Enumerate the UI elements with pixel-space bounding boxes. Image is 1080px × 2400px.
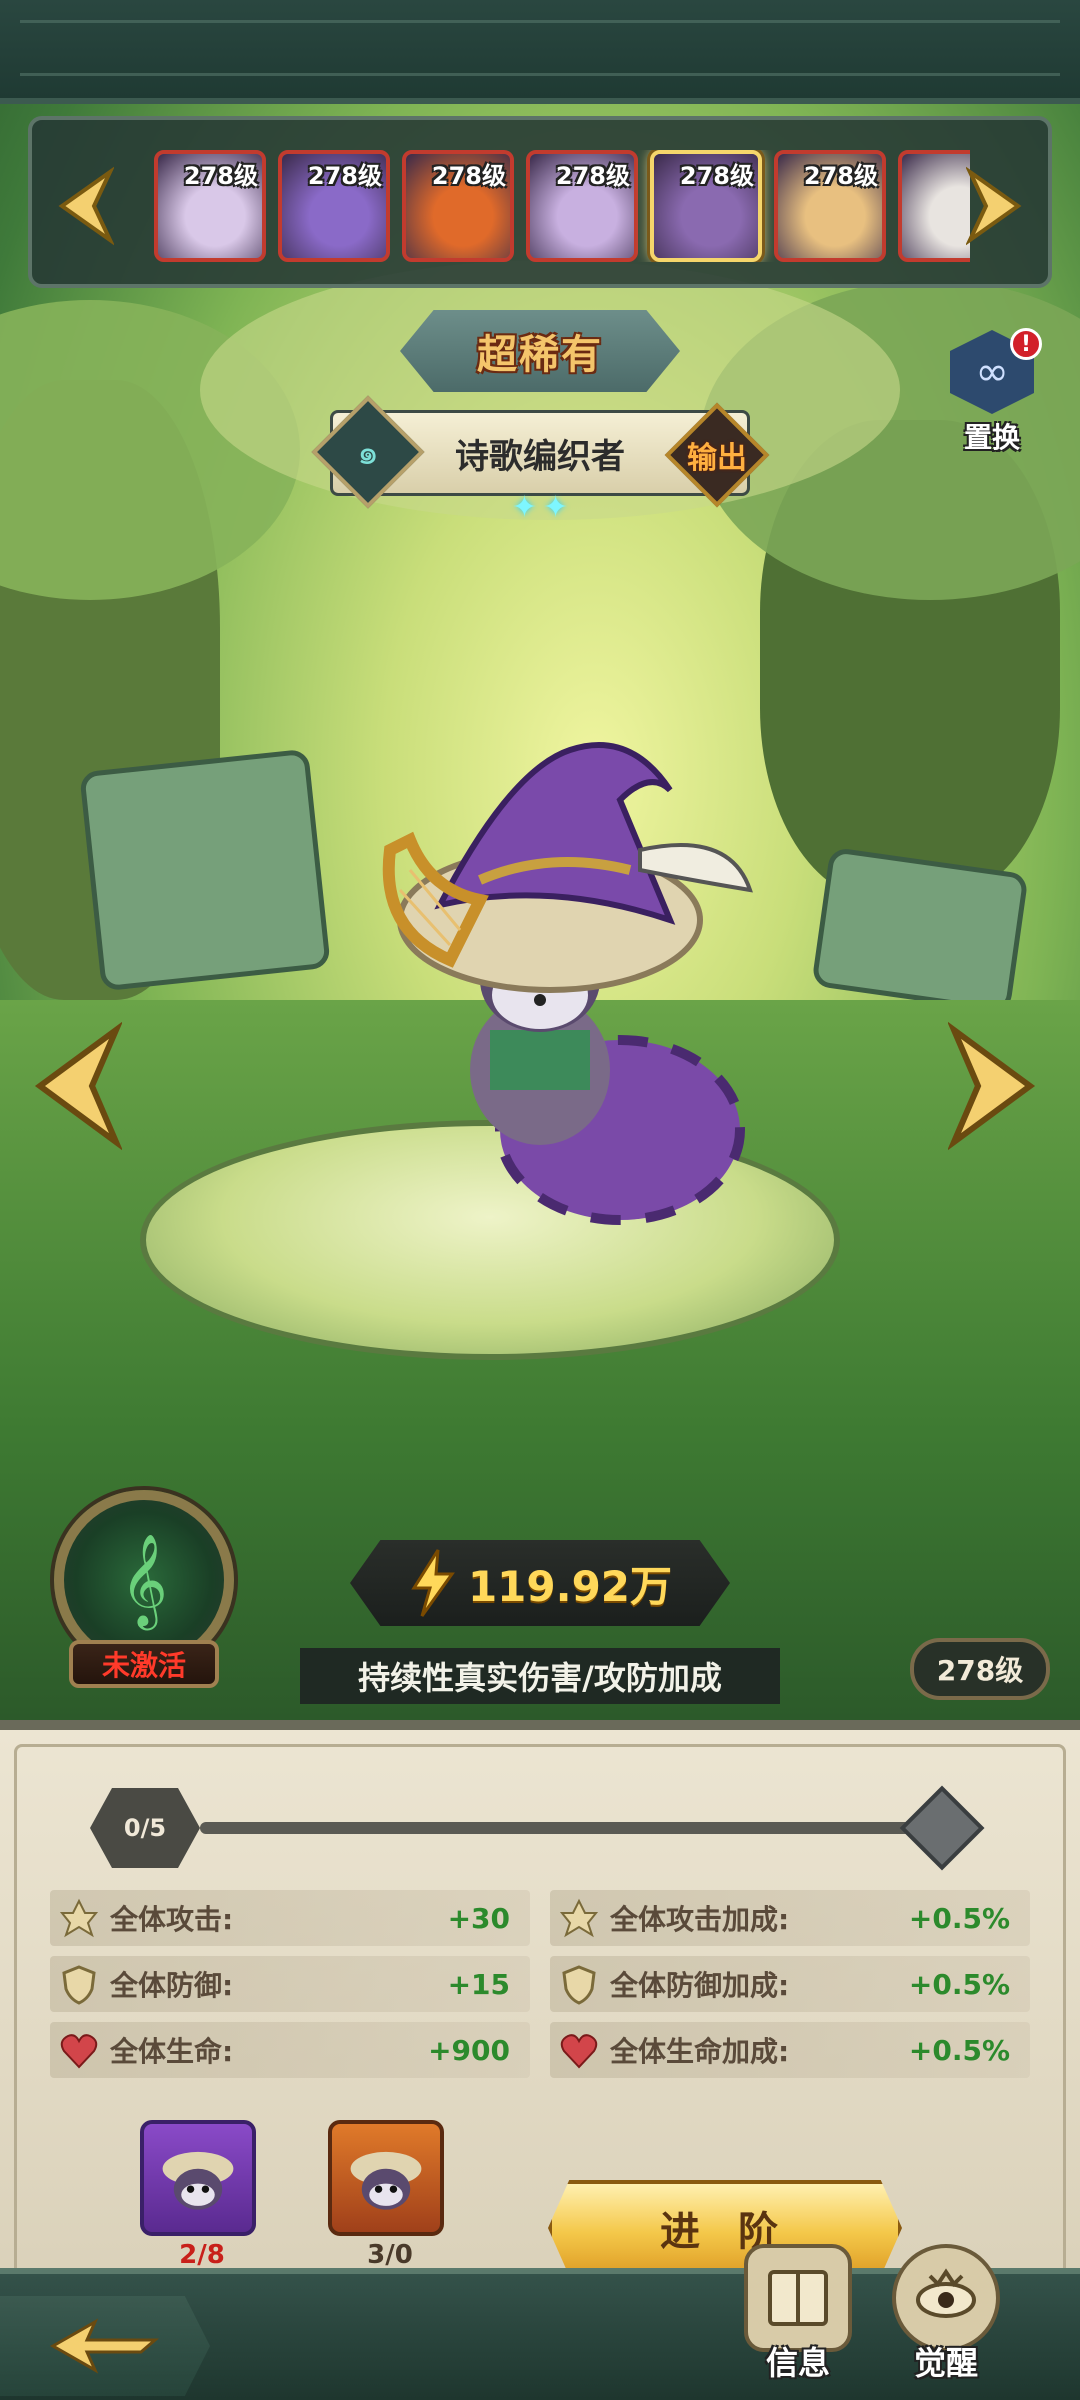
hero-name: 诗歌编织者 — [455, 436, 625, 477]
material-count: 3/0 — [367, 2240, 413, 2270]
stats-left: 全体攻击: +30 全体防御: +15 全体生命: +900 — [50, 1890, 530, 2088]
info-label: 信息 — [765, 2344, 830, 2382]
advance-panel: 0/5 全体攻击: +30 全体防御: +15 全体生命: +900 全体攻击加成: +0.… — [0, 1720, 1080, 2320]
stats-right: 全体攻击加成: +0.5% 全体防御加成: +0.5% 全体生命加成: +0.5% — [550, 1890, 1030, 2088]
advance-progress: 0/5 — [90, 1770, 990, 1880]
stat-row: 全体生命加成: +0.5% — [550, 2022, 1030, 2078]
stat-value: +900 — [428, 2033, 510, 2067]
star-row: ✦ ✦ — [498, 490, 582, 530]
progress-track — [200, 1822, 940, 1834]
hero-scene: 278级 278级 278级 278级 278级 278级 超稀有 诗歌编织者 ๑ 输出 … — [0, 0, 1080, 1720]
top-border — [0, 0, 1080, 104]
back-button[interactable] — [0, 2296, 210, 2396]
stat-value: +0.5% — [908, 1967, 1010, 2001]
attack-icon — [554, 1893, 604, 1943]
stat-label: 全体生命: — [110, 2035, 234, 2068]
material-icon — [328, 2120, 444, 2236]
hero-level-chip: 278级 — [910, 1638, 1050, 1700]
hero-card[interactable]: 278级 — [154, 150, 266, 262]
defense-icon — [554, 1959, 604, 2009]
hero-level: 278级 — [936, 1654, 1024, 1687]
hero-portrait — [902, 154, 970, 258]
hero-list-prev-button[interactable] — [52, 165, 116, 247]
stat-row: 全体攻击: +30 — [50, 1890, 530, 1946]
hero-list: 278级 278级 278级 278级 278级 278级 — [154, 150, 970, 262]
stat-label: 全体生命加成: — [610, 2035, 790, 2068]
chevron-left-icon — [34, 1021, 124, 1151]
hero-card-level: 278级 — [307, 162, 382, 190]
hero-card[interactable] — [898, 150, 970, 262]
awaken-eye-icon — [892, 2244, 1000, 2352]
awaken-button[interactable]: 觉醒 — [884, 2244, 1008, 2394]
next-hero-button[interactable] — [946, 1020, 1044, 1152]
hero-card[interactable]: 278级 — [774, 150, 886, 262]
chevron-left-icon — [58, 165, 116, 247]
material-list: 2/8 3/0 — [140, 2120, 480, 2270]
stat-row: 全体防御加成: +0.5% — [550, 1956, 1030, 2012]
rarity-banner: 超稀有 — [400, 310, 680, 392]
relic-widget[interactable]: 𝄞 未激活 — [24, 1490, 264, 1690]
stat-label: 全体攻击: — [110, 1903, 234, 1936]
rock-left — [79, 748, 331, 992]
stat-value: +30 — [447, 1901, 510, 1935]
hero-card[interactable]: 278级 — [402, 150, 514, 262]
power-bolt-icon — [411, 1549, 455, 1617]
awaken-label: 觉醒 — [913, 2344, 978, 2382]
specialty-text: 持续性真实伤害/攻防加成 — [358, 1659, 722, 1697]
stat-label: 全体防御加成: — [610, 1969, 790, 2002]
hero-list-bar: 278级 278级 278级 278级 278级 278级 — [28, 116, 1052, 288]
power-value: 119.92万 — [467, 1561, 673, 1611]
defense-icon — [54, 1959, 104, 2009]
material-item[interactable]: 3/0 — [328, 2120, 452, 2270]
hero-character — [382, 742, 753, 1225]
prev-hero-button[interactable] — [26, 1020, 124, 1152]
info-button[interactable]: 信息 — [736, 2244, 860, 2394]
relic-status-label: 未激活 — [101, 1649, 186, 1682]
stat-row: 全体防御: +15 — [50, 1956, 530, 2012]
progress-label: 0/5 — [123, 1814, 167, 1842]
hero-card[interactable]: 278级 — [650, 150, 762, 262]
star-icon: ✦ — [543, 490, 569, 525]
stat-label: 全体防御: — [110, 1969, 234, 2002]
relic-status: 未激活 — [69, 1640, 219, 1688]
attack-icon — [54, 1893, 104, 1943]
rock-right — [811, 846, 1029, 1014]
bottom-bar: 信息 觉醒 — [0, 2244, 1080, 2400]
stat-value: +0.5% — [908, 2033, 1010, 2067]
star-icon: ✦ — [511, 490, 537, 525]
heart-icon — [54, 2025, 104, 2075]
hero-card-level: 278级 — [431, 162, 506, 190]
stat-label: 全体攻击加成: — [610, 1903, 790, 1936]
progress-counter: 0/5 — [90, 1788, 200, 1868]
stat-value: +15 — [447, 1967, 510, 2001]
stat-row: 全体生命: +900 — [50, 2022, 530, 2078]
chevron-right-icon — [946, 1021, 1036, 1151]
progress-gem-icon — [899, 1785, 985, 1871]
treble-clef-icon: 𝄞 — [120, 1533, 168, 1626]
wind-icon: ๑ — [357, 433, 379, 473]
chevron-right-icon — [964, 165, 1022, 247]
alert-badge: ! — [1010, 328, 1042, 360]
heart-icon — [554, 2025, 604, 2075]
hero-card[interactable]: 278级 — [526, 150, 638, 262]
rarity-label: 超稀有 — [477, 332, 603, 378]
back-arrow-icon — [49, 2318, 160, 2374]
material-count: 2/8 — [179, 2240, 225, 2270]
swap-label: 置换 — [963, 421, 1020, 454]
material-item[interactable]: 2/8 — [140, 2120, 264, 2270]
info-book-icon — [744, 2244, 852, 2352]
hero-specialty: 持续性真实伤害/攻防加成 — [300, 1648, 780, 1704]
swap-button[interactable]: ∞ ! 置换 — [940, 328, 1044, 460]
power-display: 119.92万 — [350, 1540, 730, 1626]
material-icon — [140, 2120, 256, 2236]
hero-card-level: 278级 — [679, 162, 754, 190]
hero-card-level: 278级 — [555, 162, 630, 190]
hero-card-level: 278级 — [183, 162, 258, 190]
stat-value: +0.5% — [908, 1901, 1010, 1935]
role-tag-label: 输出 — [687, 441, 747, 476]
hero-card[interactable]: 278级 — [278, 150, 390, 262]
hero-list-next-button[interactable] — [964, 165, 1028, 247]
stat-row: 全体攻击加成: +0.5% — [550, 1890, 1030, 1946]
hero-card-level: 278级 — [803, 162, 878, 190]
